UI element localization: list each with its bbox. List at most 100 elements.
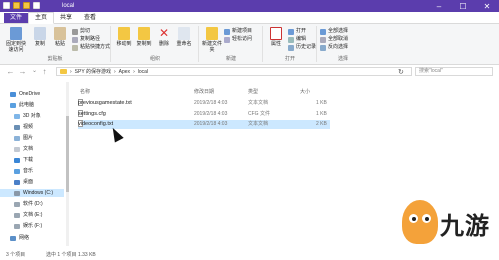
select-all-button[interactable]: 全部选择 <box>320 28 348 35</box>
music-icon <box>14 168 20 174</box>
new-item-button[interactable]: 新建项目 <box>224 28 252 35</box>
scissors-icon <box>72 28 78 35</box>
app-icon <box>3 2 10 9</box>
nav-item-onedrive[interactable]: OneDrive <box>10 90 40 98</box>
properties-icon <box>270 27 282 40</box>
desktop-icon <box>14 179 20 185</box>
clipboard-group: 固定到快速访问 复制 粘贴 剪切 复制路径 粘贴快捷方式 剪贴板 <box>0 26 111 62</box>
nav-item-downloads[interactable]: 下载 <box>14 156 33 164</box>
address-field[interactable]: › SPY 的保存游戏 › Apex › local <box>56 67 412 76</box>
tab-file[interactable]: 文件 <box>4 13 29 23</box>
download-icon <box>14 157 20 163</box>
copy-path-icon <box>72 36 78 43</box>
navigation-pane: OneDrive 此电脑 3D 对象 视频 图片 文档 下载 音乐 桌面 Win… <box>0 80 64 250</box>
new-folder-quick-icon[interactable] <box>23 2 30 9</box>
nav-item-network[interactable]: 网络 <box>10 234 29 242</box>
file-row[interactable]: settings.cfg 2019/2/18 4:03 CFG 文件 1 KB <box>78 110 330 119</box>
paste-button[interactable]: 粘贴 <box>50 27 70 47</box>
scrollbar-thumb[interactable] <box>66 116 69 192</box>
organize-group: 移动到 复制到 ✕ 删除 重命名 组织 <box>112 26 199 62</box>
quick-access-toolbar <box>3 2 40 9</box>
copy-button[interactable]: 复制 <box>30 27 50 47</box>
refresh-icon[interactable]: ↻ <box>398 68 404 76</box>
item-count: 3 个项目 <box>6 252 26 258</box>
drive-icon <box>14 190 20 196</box>
properties-button[interactable]: 属性 <box>266 27 286 47</box>
move-to-button[interactable]: 移动到 <box>114 27 134 47</box>
title-bar: local – ☐ ✕ <box>0 0 499 12</box>
search-input[interactable]: 搜索"local" <box>415 67 493 76</box>
forward-button[interactable]: → <box>18 67 27 76</box>
breadcrumb-item[interactable]: Apex <box>119 69 130 75</box>
history-button[interactable]: 历史记录 <box>288 44 316 51</box>
cut-button[interactable]: 剪切 <box>72 28 90 35</box>
window-title: local <box>62 3 75 9</box>
minimize-button[interactable]: – <box>427 0 451 12</box>
picture-icon <box>14 135 20 141</box>
open-button[interactable]: 打开 <box>288 28 306 35</box>
copy-to-icon <box>138 27 150 40</box>
select-none-button[interactable]: 全部取消 <box>320 36 348 43</box>
properties-quick-icon[interactable] <box>13 2 20 9</box>
customize-quick-access-icon[interactable] <box>33 2 40 9</box>
close-button[interactable]: ✕ <box>475 0 499 12</box>
cloud-icon <box>10 91 16 97</box>
paste-shortcut-icon <box>72 44 78 51</box>
column-date[interactable]: 修改日期 <box>194 88 214 95</box>
nav-item-documents[interactable]: 文档 <box>14 145 33 153</box>
open-icon <box>288 28 294 35</box>
copy-path-button[interactable]: 复制路径 <box>72 36 100 43</box>
network-icon <box>10 235 16 241</box>
invert-selection-button[interactable]: 反向选择 <box>320 44 348 51</box>
nav-item-3d-objects[interactable]: 3D 对象 <box>14 112 41 120</box>
delete-icon: ✕ <box>158 26 170 40</box>
mascot-icon <box>402 200 438 244</box>
delete-button[interactable]: ✕ 删除 <box>154 26 174 48</box>
column-type[interactable]: 类型 <box>248 88 258 95</box>
nav-item-drive-e[interactable]: 文档 (E:) <box>14 211 42 219</box>
document-icon <box>14 146 20 152</box>
up-button[interactable]: ↑ <box>40 67 49 76</box>
invert-selection-icon <box>320 44 326 51</box>
column-size[interactable]: 大小 <box>300 88 310 95</box>
new-folder-button[interactable]: 新建文件夹 <box>202 27 222 53</box>
drive-icon <box>14 212 20 218</box>
nav-item-drive-f[interactable]: 娱乐 (F:) <box>14 222 42 230</box>
selection-info: 选中 1 个项目 1.33 KB <box>46 252 96 258</box>
nav-scrollbar[interactable] <box>66 82 69 246</box>
easy-access-button[interactable]: 轻松访问 <box>224 36 252 43</box>
paste-shortcut-button[interactable]: 粘贴快捷方式 <box>72 44 110 51</box>
breadcrumb-item[interactable]: SPY 的保存游戏 <box>75 68 111 75</box>
paste-icon <box>54 27 66 40</box>
tab-share[interactable]: 共享 <box>54 13 78 23</box>
recent-locations-button[interactable]: ⌄ <box>30 67 39 76</box>
rename-button[interactable]: 重命名 <box>174 27 194 47</box>
nav-item-videos[interactable]: 视频 <box>14 123 33 131</box>
new-group: 新建文件夹 新建项目 轻松访问 新建 <box>200 26 263 62</box>
nav-item-this-pc[interactable]: 此电脑 <box>10 101 34 109</box>
move-to-icon <box>118 27 130 40</box>
file-row[interactable]: previousgamestate.txt 2019/2/18 4:03 文本文… <box>78 99 330 108</box>
tab-view[interactable]: 查看 <box>78 13 102 23</box>
copy-to-button[interactable]: 复制到 <box>134 27 154 47</box>
copy-icon <box>34 27 46 40</box>
maximize-button[interactable]: ☐ <box>451 0 475 12</box>
column-name[interactable]: 名称 <box>80 88 90 95</box>
nav-item-desktop[interactable]: 桌面 <box>14 178 33 186</box>
nav-item-pictures[interactable]: 图片 <box>14 134 33 142</box>
select-group: 全部选择 全部取消 反向选择 选择 <box>318 26 368 62</box>
open-group: 属性 打开 编辑 历史记录 打开 <box>264 26 317 62</box>
breadcrumb-item[interactable]: local <box>138 69 148 75</box>
back-button[interactable]: ← <box>6 67 15 76</box>
status-bar: 3 个项目 选中 1 个项目 1.33 KB <box>0 249 499 260</box>
nav-item-music[interactable]: 音乐 <box>14 167 33 175</box>
nav-item-windows-c[interactable]: Windows (C:) <box>0 189 64 197</box>
nav-item-drive-d[interactable]: 软件 (D:) <box>14 200 43 208</box>
watermark-logo: 九游 <box>402 194 499 254</box>
watermark-text: 九游 <box>440 212 490 240</box>
tab-home[interactable]: 主页 <box>28 12 55 24</box>
edit-icon <box>288 36 294 43</box>
drive-icon <box>14 201 20 207</box>
pin-quick-access-button[interactable]: 固定到快速访问 <box>4 27 28 53</box>
edit-button[interactable]: 编辑 <box>288 36 306 43</box>
